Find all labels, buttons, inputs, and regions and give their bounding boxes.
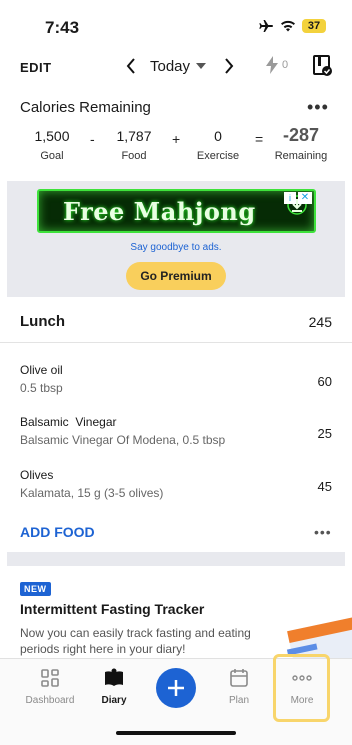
tab-more[interactable]: More <box>284 667 320 706</box>
food-calories: 45 <box>317 479 332 494</box>
promo-title: Intermittent Fasting Tracker <box>20 601 205 617</box>
fasting-promo-card[interactable]: NEW Intermittent Fasting Tracker Now you… <box>0 566 352 658</box>
food-label: Food <box>121 150 147 162</box>
tab-diary[interactable]: Diary <box>94 667 134 706</box>
ad-goodbye-link[interactable]: Say goodbye to ads. <box>7 242 345 253</box>
calories-more-button[interactable]: ••• <box>307 97 329 118</box>
add-button[interactable] <box>156 668 196 708</box>
section-divider <box>7 552 345 566</box>
ad-section: Free Mahjong i ✕ Say goodbye to ads. Go … <box>7 181 345 297</box>
tab-bar: Dashboard Diary Plan More <box>0 654 352 745</box>
ad-banner-text: Free Mahjong <box>63 197 256 226</box>
go-premium-button[interactable]: Go Premium <box>126 262 226 290</box>
caret-down-icon[interactable] <box>196 63 207 69</box>
remaining-value: -287 <box>282 125 320 145</box>
remaining-label: Remaining <box>274 150 328 162</box>
next-day-button[interactable] <box>220 54 238 78</box>
tab-more-label: More <box>290 695 314 706</box>
tab-plan-label: Plan <box>228 695 249 706</box>
status-bar: 7:43 37 <box>0 0 352 50</box>
food-description: Balsamic Vinegar Of Modena, 0.5 tbsp <box>20 433 226 447</box>
diary-icon <box>105 668 123 686</box>
chevron-left-icon <box>126 58 135 74</box>
airplane-icon <box>259 20 273 32</box>
premium-check-icon[interactable] <box>313 55 333 77</box>
ad-close-icon[interactable]: ✕ <box>298 192 312 204</box>
plus-operator: + <box>172 131 181 147</box>
status-time: 7:43 <box>45 18 80 37</box>
streak-indicator[interactable]: 0 <box>266 56 288 74</box>
edit-button[interactable]: EDIT <box>20 60 52 75</box>
goal-label: Goal <box>40 150 64 162</box>
top-bar: EDIT Today 0 <box>0 50 352 84</box>
food-name: Olives <box>20 468 54 482</box>
more-icon <box>292 675 312 681</box>
goal-cell[interactable]: 1,500 Goal <box>22 128 82 162</box>
calendar-illustration-icon <box>286 616 352 658</box>
battery-indicator: 37 <box>302 19 326 33</box>
plus-icon <box>168 680 184 696</box>
food-item[interactable]: Balsamic Vinegar Balsamic Vinegar Of Mod… <box>0 415 352 467</box>
tab-dashboard[interactable]: Dashboard <box>20 667 80 706</box>
lightning-icon <box>266 56 278 74</box>
calories-equation: 1,500 Goal - 1,787 Food + 0 Exercise = -… <box>0 125 352 168</box>
tab-diary-label: Diary <box>101 695 127 706</box>
meal-more-button[interactable]: ••• <box>314 524 332 540</box>
equals-operator: = <box>255 131 264 147</box>
food-description: Kalamata, 15 g (3-5 olives) <box>20 486 164 500</box>
meal-header[interactable]: Lunch 245 <box>0 297 352 343</box>
ad-info-icon[interactable]: i <box>284 192 296 204</box>
tab-dashboard-label: Dashboard <box>25 695 75 706</box>
food-value: 1,787 <box>116 128 152 144</box>
date-label[interactable]: Today <box>150 58 190 75</box>
day-navigator: Today <box>122 54 238 78</box>
ad-banner[interactable]: Free Mahjong i ✕ <box>37 189 316 233</box>
minus-operator: - <box>90 131 95 147</box>
exercise-value: 0 <box>214 128 222 144</box>
home-indicator <box>116 731 236 735</box>
food-description: 0.5 tbsp <box>20 381 63 395</box>
add-food-button[interactable]: ADD FOOD <box>20 524 95 540</box>
status-icons: 37 <box>258 19 326 33</box>
food-calories: 60 <box>317 374 332 389</box>
remaining-cell[interactable]: -287 Remaining <box>270 125 332 162</box>
new-badge: NEW <box>20 582 51 596</box>
wifi-icon <box>281 20 295 32</box>
meal-name: Lunch <box>20 313 65 330</box>
chevron-right-icon <box>225 58 234 74</box>
exercise-cell[interactable]: 0 Exercise <box>188 128 248 162</box>
calendar-icon <box>230 669 248 687</box>
food-item[interactable]: Olives Kalamata, 15 g (3-5 olives) 45 <box>0 468 352 520</box>
dashboard-icon <box>41 669 59 687</box>
previous-day-button[interactable] <box>122 54 140 78</box>
food-calories: 25 <box>317 426 332 441</box>
food-cell[interactable]: 1,787 Food <box>104 128 164 162</box>
meal-calories: 245 <box>308 314 332 330</box>
goal-value: 1,500 <box>34 128 70 144</box>
streak-count: 0 <box>282 59 289 71</box>
food-item[interactable]: Olive oil 0.5 tbsp 60 <box>0 363 352 415</box>
exercise-label: Exercise <box>196 150 240 162</box>
tab-plan[interactable]: Plan <box>222 667 256 706</box>
calories-remaining-title: Calories Remaining <box>20 99 151 116</box>
food-name: Balsamic Vinegar <box>20 415 117 429</box>
promo-text: Now you can easily track fasting and eat… <box>20 626 251 656</box>
food-name: Olive oil <box>20 363 63 377</box>
